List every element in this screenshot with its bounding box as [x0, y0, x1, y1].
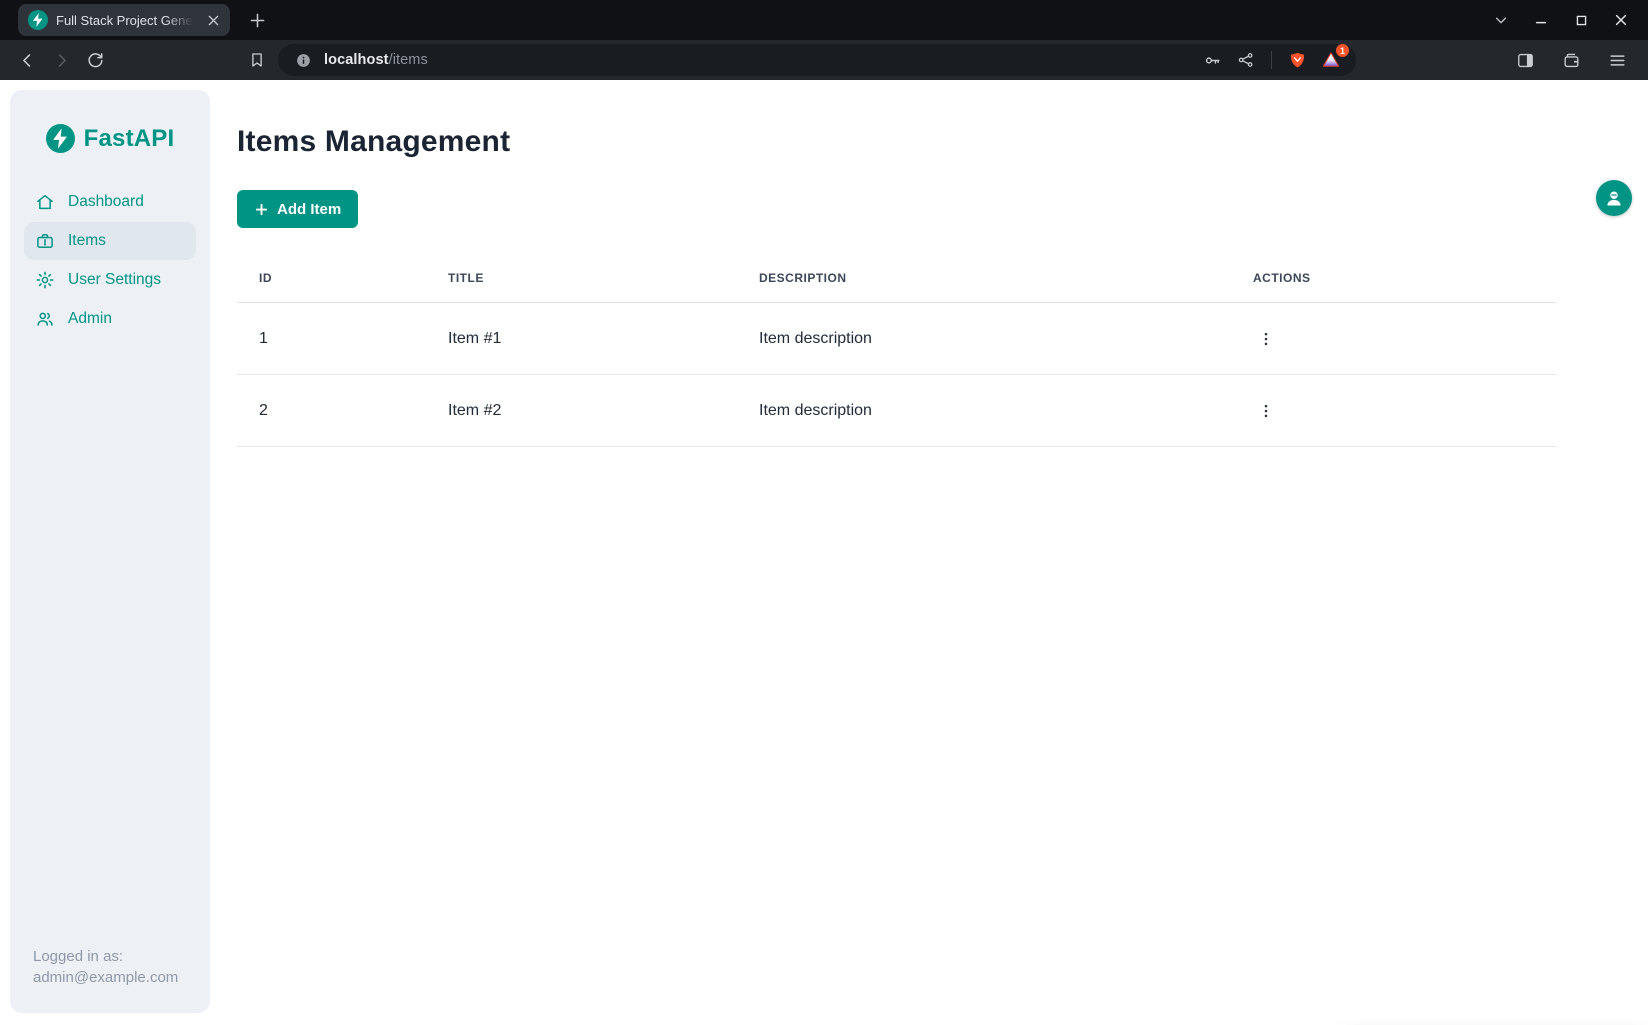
sidebar-item-label: User Settings — [68, 271, 161, 289]
maximize-button[interactable] — [1568, 7, 1594, 33]
table-header-row: ID TITLE DESCRIPTION ACTIONS — [237, 253, 1556, 303]
fastapi-logo: FastAPI — [46, 124, 175, 153]
menu-hamburger-icon[interactable] — [1602, 45, 1632, 75]
row-actions-kebab-icon[interactable] — [1253, 398, 1279, 424]
url-path: /items — [389, 52, 428, 68]
brave-shield-icon[interactable] — [1284, 47, 1310, 73]
url-text: localhost/items — [324, 52, 428, 68]
gear-icon — [35, 270, 55, 290]
url-host: localhost — [324, 52, 389, 68]
browser-tab[interactable]: Full Stack Project Genera — [18, 4, 230, 36]
user-avatar-icon — [1603, 187, 1625, 209]
fastapi-logo-icon — [46, 124, 75, 153]
url-bar[interactable]: localhost/items 1 — [278, 44, 1356, 76]
share-icon[interactable] — [1233, 47, 1259, 73]
brave-rewards-icon[interactable]: 1 — [1318, 47, 1344, 73]
users-icon — [35, 309, 55, 329]
toolbar-right-icons — [1510, 45, 1636, 75]
back-button[interactable] — [12, 45, 42, 75]
briefcase-icon — [35, 231, 55, 251]
page-title: Items Management — [237, 125, 1648, 159]
reload-button[interactable] — [80, 45, 110, 75]
table-row: 1 Item #1 Item description — [237, 303, 1556, 375]
cell-title: Item #1 — [426, 330, 737, 348]
add-item-button[interactable]: Add Item — [237, 190, 358, 228]
browser-tab-strip: Full Stack Project Genera — [0, 0, 1648, 40]
minimize-button[interactable] — [1528, 7, 1554, 33]
tab-close-icon[interactable] — [204, 11, 222, 29]
logo-text: FastAPI — [84, 125, 175, 153]
sidebar-item-label: Items — [68, 232, 106, 250]
plus-icon — [254, 202, 269, 217]
items-table: ID TITLE DESCRIPTION ACTIONS 1 Item #1 I… — [237, 253, 1556, 447]
sidebar-item-admin[interactable]: Admin — [24, 300, 196, 338]
table-row: 2 Item #2 Item description — [237, 375, 1556, 447]
sidebar-nav: Dashboard Items User Settings Admin — [10, 183, 210, 338]
column-header-actions: ACTIONS — [1231, 271, 1556, 285]
sidebar-item-items[interactable]: Items — [24, 222, 196, 260]
column-header-description: DESCRIPTION — [737, 271, 1231, 285]
toolbar-divider — [1271, 51, 1272, 69]
cell-description: Item description — [737, 402, 1231, 420]
add-item-label: Add Item — [277, 201, 341, 218]
user-menu-button[interactable] — [1596, 180, 1632, 216]
site-info-icon[interactable] — [290, 47, 316, 73]
password-key-icon[interactable] — [1199, 47, 1225, 73]
bookmark-icon[interactable] — [242, 45, 272, 75]
window-controls — [1488, 7, 1648, 33]
cell-title: Item #2 — [426, 402, 737, 420]
main-content: Items Management Add Item ID TITLE DESCR… — [237, 80, 1648, 1025]
fastapi-favicon-icon — [28, 10, 48, 30]
sidebar-panel-icon[interactable] — [1510, 45, 1540, 75]
sidebar: FastAPI Dashboard Items User Settings — [10, 90, 210, 1013]
rewards-badge: 1 — [1336, 44, 1349, 57]
cell-id: 1 — [237, 330, 426, 348]
sidebar-item-label: Dashboard — [68, 193, 144, 211]
cell-id: 2 — [237, 402, 426, 420]
forward-button[interactable] — [46, 45, 76, 75]
home-icon — [35, 192, 55, 212]
close-window-button[interactable] — [1608, 7, 1634, 33]
logged-in-label: Logged in as: — [33, 946, 187, 968]
new-tab-button[interactable] — [244, 7, 270, 33]
wallet-icon[interactable] — [1556, 45, 1586, 75]
logged-in-info: Logged in as: admin@example.com — [10, 946, 210, 1014]
logged-in-email: admin@example.com — [33, 967, 187, 989]
tab-search-chevron-icon[interactable] — [1488, 7, 1514, 33]
row-actions-kebab-icon[interactable] — [1253, 326, 1279, 352]
sidebar-item-user-settings[interactable]: User Settings — [24, 261, 196, 299]
column-header-id: ID — [237, 271, 426, 285]
sidebar-item-label: Admin — [68, 310, 112, 328]
tab-title: Full Stack Project Genera — [56, 13, 196, 28]
column-header-title: TITLE — [426, 271, 737, 285]
browser-toolbar: localhost/items 1 — [0, 40, 1648, 80]
sidebar-item-dashboard[interactable]: Dashboard — [24, 183, 196, 221]
app-page: FastAPI Dashboard Items User Settings — [0, 80, 1648, 1025]
cell-description: Item description — [737, 330, 1231, 348]
